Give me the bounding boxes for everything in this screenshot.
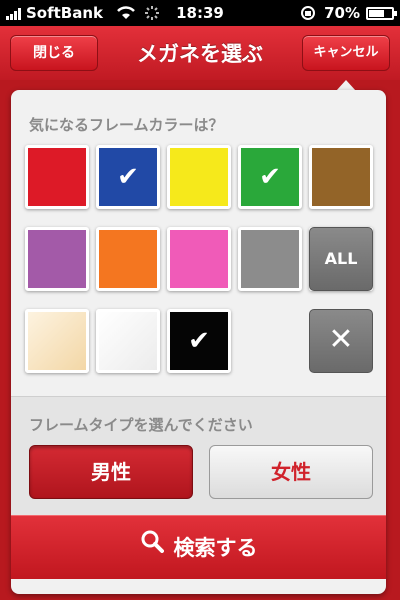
rotation-lock-icon [300,5,316,25]
color-swatch-brown[interactable] [309,145,373,209]
color-swatch-black[interactable]: ✔ [167,309,231,373]
color-swatch-pink[interactable] [167,227,231,291]
female-frame-button[interactable]: 女性 [209,445,373,499]
frame-type-label: フレームタイプを選んでください [29,416,253,434]
male-frame-button[interactable]: 男性 [29,445,193,499]
navigation-bar: 閉じる メガネを選ぶ キャンセル [0,26,400,80]
color-swatch-green[interactable]: ✔ [238,145,302,209]
checkmark-icon: ✔ [259,162,281,192]
cancel-button[interactable]: キャンセル [302,35,390,71]
color-swatch-beige[interactable] [25,309,89,373]
select-all-colors-button[interactable]: ALL [309,227,373,291]
checkmark-icon: ✔ [188,326,210,356]
filter-popover: 気になるフレームカラーは？ ✔✔✔✔ ALL ✕ フレームタイプを選んでください… [11,90,386,594]
color-swatch-purple[interactable] [25,227,89,291]
clear-colors-button[interactable]: ✕ [309,309,373,373]
search-button[interactable]: 検索する [11,515,386,579]
frame-color-label: 気になるフレームカラーは？ [29,116,224,134]
color-swatch-red[interactable] [25,145,89,209]
search-icon [140,515,164,577]
color-swatch-orange[interactable] [96,227,160,291]
color-swatch-blue[interactable]: ✔ [96,145,160,209]
battery-icon [366,7,397,20]
status-bar: SoftBank 18:39 70% [0,0,400,26]
battery-percent: 70% [324,4,360,22]
search-button-label: 検索する [173,536,258,560]
color-swatch-gray[interactable] [238,227,302,291]
color-swatch-white[interactable] [96,309,160,373]
checkmark-icon: ✔ [117,162,139,192]
color-swatch-yellow[interactable] [167,145,231,209]
